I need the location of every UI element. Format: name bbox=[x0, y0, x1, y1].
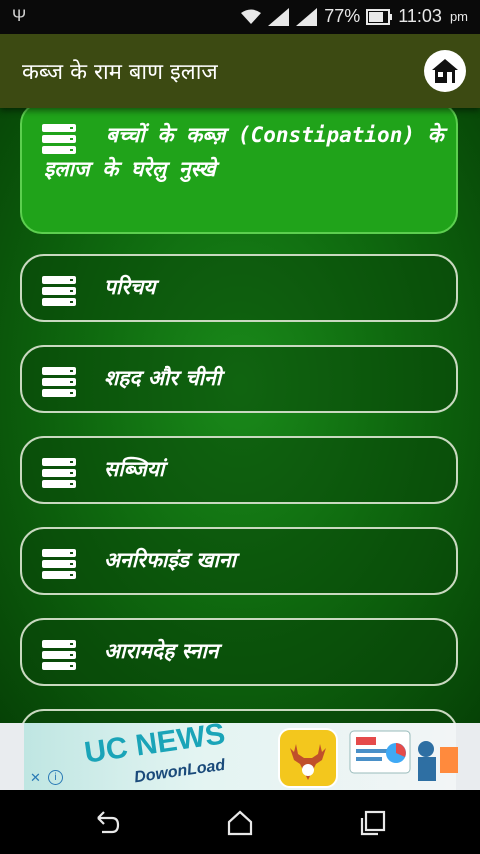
clock-ampm: pm bbox=[449, 9, 468, 24]
signal-2-icon bbox=[296, 7, 318, 26]
list-icon bbox=[42, 640, 76, 670]
wifi-icon bbox=[240, 9, 262, 25]
ad-info-icon[interactable]: i bbox=[48, 770, 63, 785]
status-bar: Ψ 77% 11:03 pm bbox=[0, 0, 480, 34]
menu-item-honey-sugar[interactable]: शहद और चीनी bbox=[20, 345, 458, 413]
menu-list: बच्चों के कब्ज़ (Constipation) के इलाज क… bbox=[0, 108, 480, 723]
deer-logo-icon bbox=[278, 728, 338, 788]
menu-item-relaxing-bath[interactable]: आरामदेह स्नान bbox=[20, 618, 458, 686]
app-bar: कब्ज के राम बाण इलाज bbox=[0, 34, 480, 108]
menu-item-next[interactable] bbox=[20, 709, 458, 723]
list-icon bbox=[42, 276, 76, 306]
menu-item-vegetables[interactable]: सब्जियां bbox=[20, 436, 458, 504]
home-icon bbox=[432, 59, 458, 83]
menu-item-label: अनरिफाइंड खाना bbox=[104, 548, 236, 572]
home-button[interactable] bbox=[424, 50, 466, 92]
menu-item-unrefined-food[interactable]: अनरिफाइंड खाना bbox=[20, 527, 458, 595]
battery-percent: 77% bbox=[324, 6, 361, 26]
menu-item-parichay[interactable]: परिचय bbox=[20, 254, 458, 322]
ad-close-icon[interactable]: ✕ bbox=[30, 771, 41, 786]
ad-illustration-icon bbox=[349, 730, 458, 781]
home-nav-icon[interactable] bbox=[225, 808, 255, 838]
menu-item-label: बच्चों के कब्ज़ (Constipation) के इलाज क… bbox=[44, 123, 444, 181]
signal-icon bbox=[268, 7, 290, 26]
back-icon[interactable] bbox=[92, 808, 122, 838]
ad-banner[interactable]: UC NEWS DowonLoad ✕ i bbox=[0, 717, 480, 790]
battery-icon bbox=[366, 8, 393, 25]
menu-item-label: आरामदेह स्नान bbox=[104, 639, 219, 663]
app-title: कब्ज के राम बाण इलाज bbox=[22, 60, 218, 85]
list-icon bbox=[42, 458, 76, 488]
menu-item-label: सब्जियां bbox=[104, 457, 165, 481]
ad-creative[interactable]: UC NEWS DowonLoad bbox=[24, 717, 458, 790]
clock: 11:03 bbox=[398, 6, 442, 26]
menu-item-label: परिचय bbox=[104, 275, 156, 299]
list-icon bbox=[42, 549, 76, 579]
list-icon bbox=[42, 367, 76, 397]
menu-item-label: शहद और चीनी bbox=[104, 366, 222, 390]
menu-item-active[interactable]: बच्चों के कब्ज़ (Constipation) के इलाज क… bbox=[20, 108, 458, 234]
usb-icon: Ψ bbox=[12, 6, 27, 25]
navigation-bar bbox=[0, 790, 480, 854]
status-icons: 77% 11:03 pm bbox=[240, 6, 468, 27]
recents-icon[interactable] bbox=[358, 808, 388, 838]
